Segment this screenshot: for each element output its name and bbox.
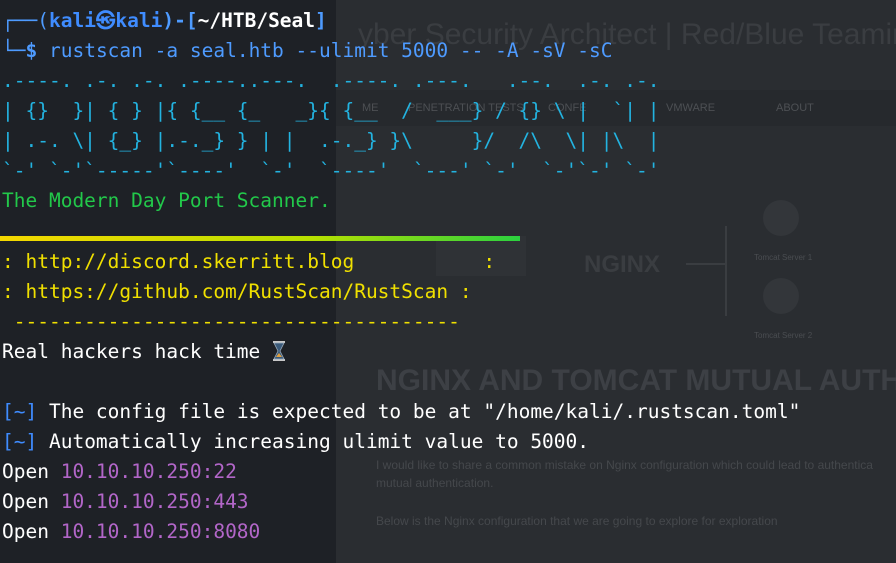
quote-text: Real hackers hack time	[2, 340, 261, 363]
command-line: └─$ rustscan -a seal.htb --ulimit 5000 -…	[2, 39, 613, 62]
open-port-line: Open 10.10.10.250:443	[2, 490, 249, 513]
banner-rule	[0, 236, 520, 241]
banner-dashes: --------------------------------------	[2, 310, 460, 333]
prompt-path: ~/HTB/Seal	[197, 9, 316, 32]
command-name: rustscan	[48, 39, 143, 62]
tagline: The Modern Day Port Scanner.	[2, 189, 331, 212]
command-args: -a seal.htb --ulimit 5000 -- -A -sV -sC	[142, 39, 613, 62]
ascii-art-line: | {} }| { } |{ {__ {_ _}{ {__ / ___} / {…	[2, 99, 660, 122]
ascii-art-line: | .-. \| {_} |.-._} } | | .-._} }\ }/ /\…	[2, 129, 660, 152]
open-port-address: 10.10.10.250:22	[60, 460, 237, 483]
prompt-header: ┌──(kali㉿kali)-[~/HTB/Seal]	[2, 9, 327, 32]
info-prefix: [~]	[2, 430, 38, 453]
open-port-line: Open 10.10.10.250:8080	[2, 520, 261, 543]
discord-link: : http://discord.skerritt.blog :	[2, 250, 496, 273]
open-port-address: 10.10.10.250:443	[60, 490, 249, 513]
info-line-ulimit: [~] Automatically increasing ulimit valu…	[2, 430, 590, 453]
open-port-line: Open 10.10.10.250:22	[2, 460, 237, 483]
info-line-config: [~] The config file is expected to be at…	[2, 400, 801, 423]
prompt-user: kali㉿kali	[48, 9, 163, 32]
ascii-art-line: .----. .-. .-. .----..---. .----. .---. …	[2, 69, 660, 92]
prompt-dollar: $	[25, 39, 38, 62]
ascii-art-line: `-' `-'`-----'`----' `-' `----' `---' `-…	[2, 159, 660, 182]
terminal-output[interactable]: ┌──(kali㉿kali)-[~/HTB/Seal] └─$ rustscan…	[0, 0, 896, 563]
open-port-address: 10.10.10.250:8080	[60, 520, 261, 543]
hourglass-icon	[273, 341, 286, 361]
github-link: : https://github.com/RustScan/RustScan :	[2, 280, 472, 303]
quote-line: Real hackers hack time	[2, 339, 286, 365]
info-prefix: [~]	[2, 400, 38, 423]
